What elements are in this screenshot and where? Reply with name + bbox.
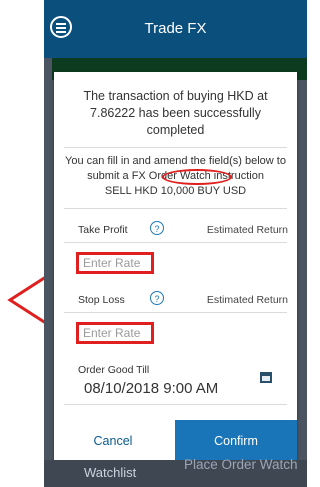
- confirmation-dialog: The transaction of buying HKD at 7.86222…: [54, 72, 297, 462]
- info-line-3: SELL HKD 10,000 BUY USD: [104, 185, 247, 197]
- confirm-button[interactable]: Confirm: [175, 420, 297, 462]
- stop-loss-label: Stop Loss: [78, 294, 125, 306]
- help-icon[interactable]: ?: [150, 291, 164, 305]
- order-good-till-label: Order Good Till: [78, 364, 150, 376]
- order-good-till-value[interactable]: 08/10/2018 9:00 AM: [84, 380, 218, 397]
- phone-screen: Trade FX The transaction of buying HKD a…: [44, 0, 307, 487]
- success-message: The transaction of buying HKD at 7.86222…: [83, 89, 268, 137]
- divider: [64, 208, 287, 209]
- take-profit-label: Take Profit: [78, 224, 128, 236]
- divider: [64, 312, 287, 313]
- page-title: Trade FX: [144, 20, 207, 37]
- cancel-button[interactable]: Cancel: [54, 420, 172, 462]
- calendar-icon[interactable]: [260, 372, 272, 383]
- divider: [64, 147, 287, 148]
- watchlist-tab[interactable]: Watchlist: [84, 465, 136, 480]
- place-order-watch-tab[interactable]: Place Order Watch: [184, 457, 298, 472]
- divider: [64, 242, 287, 243]
- divider: [64, 404, 287, 405]
- take-profit-rate-input[interactable]: Enter Rate: [76, 252, 154, 274]
- stop-loss-rate-input[interactable]: Enter Rate: [76, 322, 154, 344]
- annotation-circle: [162, 169, 232, 185]
- top-bar: Trade FX: [44, 0, 307, 58]
- estimated-return-label: Estimated Return: [206, 224, 288, 236]
- info-line-1: You can fill in and amend the field(s) b…: [65, 155, 286, 167]
- estimated-return-label: Estimated Return: [206, 294, 288, 306]
- help-icon[interactable]: ?: [150, 221, 164, 235]
